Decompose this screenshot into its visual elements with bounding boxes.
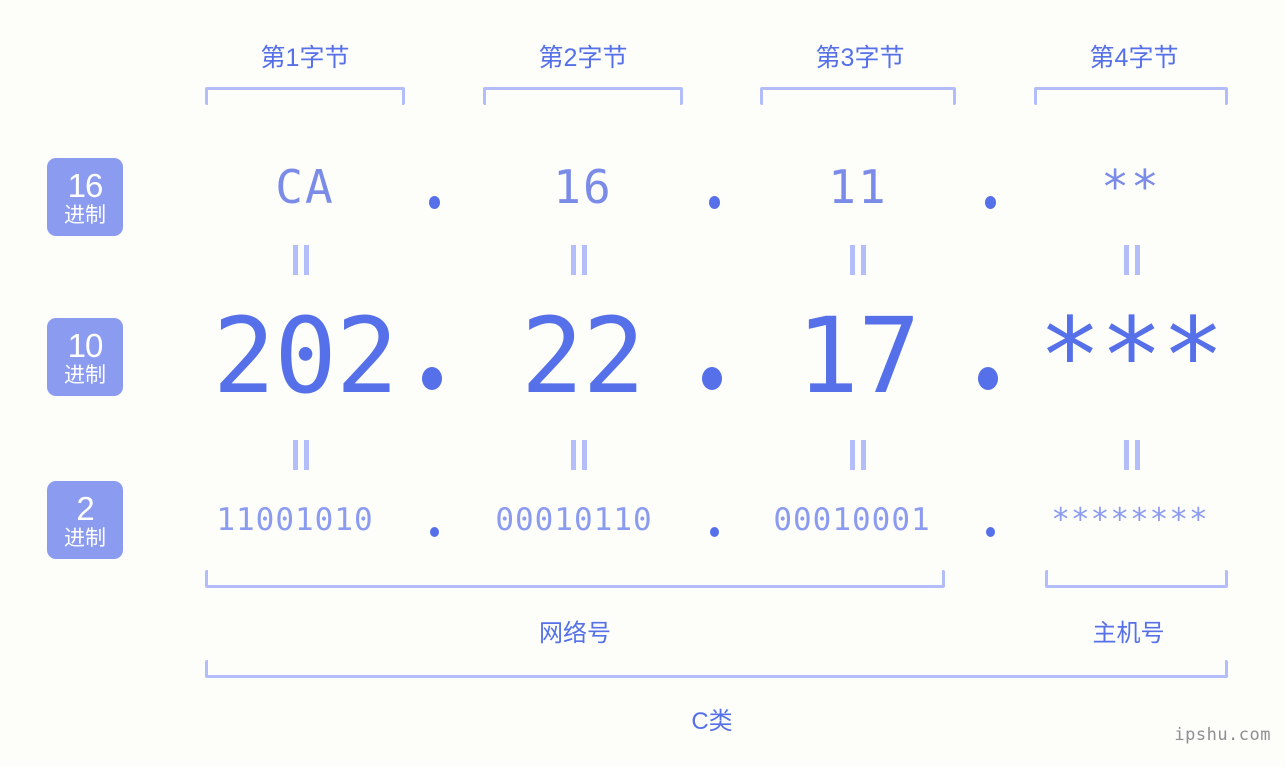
host-portion-label: 主机号 (1092, 620, 1165, 647)
byte-header-label-1: 第1字节 (260, 44, 350, 72)
base-badge-decimal-unit: 进制 (64, 363, 106, 387)
binary-value-byte-3: 00010001 (773, 502, 931, 538)
base-badge-hex-unit: 进制 (64, 203, 106, 227)
base-badge-binary: 2 进制 (47, 481, 123, 559)
equals-mark-hex-dec-2 (570, 245, 588, 275)
network-portion-label: 网络号 (539, 620, 611, 647)
hex-value-byte-1: CA (275, 160, 335, 214)
byte-bracket-3 (760, 87, 956, 105)
decimal-value-byte-2: 22 (520, 295, 645, 417)
network-portion-bracket (205, 570, 945, 588)
binary-value-byte-2: 00010110 (495, 502, 653, 538)
hex-value-byte-4: ** (1101, 160, 1161, 214)
equals-mark-dec-bin-4 (1123, 440, 1141, 470)
byte-bracket-2 (483, 87, 683, 105)
binary-value-byte-1: 11001010 (216, 502, 374, 538)
address-class-bracket (205, 660, 1228, 678)
equals-mark-dec-bin-3 (849, 440, 867, 470)
decimal-value-byte-1: 202 (212, 295, 399, 417)
decimal-value-byte-4: *** (1038, 295, 1225, 417)
ip-address-breakdown-diagram: 第1字节 第2字节 第3字节 第4字节 16 进制 10 进制 2 进制 CA … (0, 0, 1285, 767)
base-badge-binary-number: 2 (76, 489, 94, 527)
equals-mark-dec-bin-2 (570, 440, 588, 470)
hex-dot-separator-3 (985, 196, 996, 209)
address-class-label: C类 (691, 708, 733, 735)
equals-mark-hex-dec-1 (292, 245, 310, 275)
byte-header-label-4: 第4字节 (1089, 44, 1179, 72)
host-portion-bracket (1045, 570, 1228, 588)
hex-dot-separator-2 (709, 196, 720, 209)
byte-header-label-3: 第3字节 (815, 44, 905, 72)
equals-mark-hex-dec-4 (1123, 245, 1141, 275)
equals-mark-dec-bin-1 (292, 440, 310, 470)
byte-bracket-4 (1034, 87, 1228, 105)
site-watermark: ipshu.com (1174, 725, 1271, 745)
base-badge-binary-unit: 进制 (64, 526, 106, 550)
base-badge-hex: 16 进制 (47, 158, 123, 236)
base-badge-hex-number: 16 (67, 166, 104, 204)
decimal-value-byte-3: 17 (796, 295, 920, 417)
base-badge-decimal: 10 进制 (47, 318, 123, 396)
binary-value-byte-4: ******** (1051, 502, 1209, 538)
byte-header-label-2: 第2字节 (538, 44, 628, 72)
byte-bracket-1 (205, 87, 405, 105)
hex-value-byte-3: 11 (828, 160, 888, 214)
decimal-dot-separator-3 (978, 367, 998, 390)
binary-dot-separator-2 (710, 527, 719, 537)
decimal-dot-separator-2 (702, 367, 722, 390)
hex-dot-separator-1 (429, 196, 440, 209)
hex-value-byte-2: 16 (553, 160, 613, 214)
equals-mark-hex-dec-3 (849, 245, 867, 275)
binary-dot-separator-1 (430, 527, 439, 537)
binary-dot-separator-3 (986, 527, 995, 537)
decimal-dot-separator-1 (422, 367, 442, 390)
base-badge-decimal-number: 10 (67, 326, 104, 364)
